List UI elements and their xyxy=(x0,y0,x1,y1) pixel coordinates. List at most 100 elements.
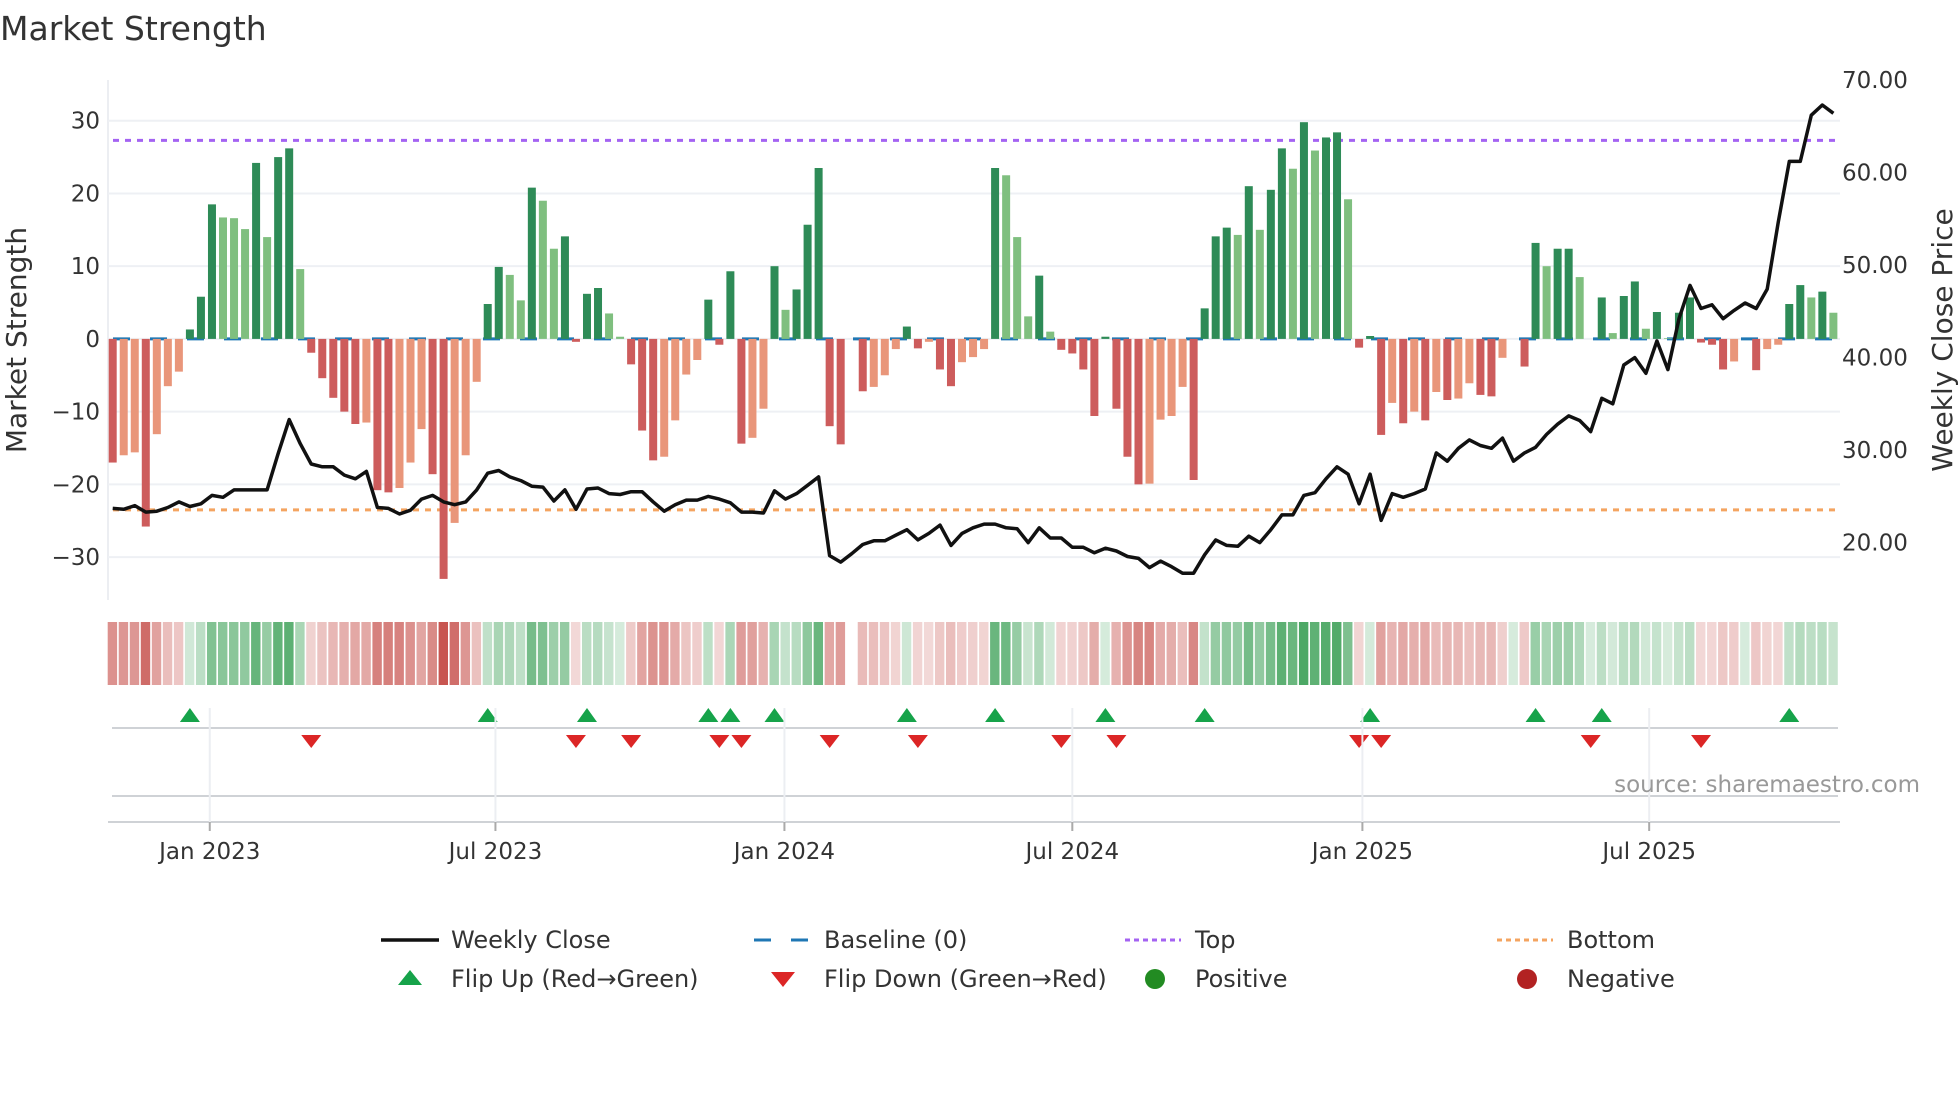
legend-item-baseline: Baseline (0) xyxy=(754,926,967,954)
x-axis: Jan 2023Jul 2023Jan 2024Jul 2024Jan 2025… xyxy=(108,708,1840,865)
strength-bar xyxy=(230,218,238,339)
strip-cell xyxy=(1409,622,1418,685)
strip-cell xyxy=(339,622,348,685)
strip-cell xyxy=(1509,622,1518,685)
strip-cell xyxy=(1001,622,1010,685)
strength-bar xyxy=(395,339,403,488)
strip-cell xyxy=(1089,622,1098,685)
strength-bar xyxy=(1432,339,1440,392)
strip-cell xyxy=(1156,622,1165,685)
strip-cell xyxy=(1100,622,1109,685)
strength-bar xyxy=(561,236,569,339)
strength-bar xyxy=(737,339,745,444)
strength-bar xyxy=(859,339,867,391)
strip-cell xyxy=(306,622,315,685)
legend-label: Negative xyxy=(1567,965,1675,993)
strength-bar xyxy=(1465,339,1473,383)
y2-tick-label: 70.00 xyxy=(1842,68,1908,94)
x-tick-label: Jan 2024 xyxy=(732,839,835,865)
x-tick-label: Jul 2025 xyxy=(1600,839,1696,865)
strength-bar xyxy=(991,168,999,339)
strength-bar xyxy=(340,339,348,412)
strip-cell xyxy=(1376,622,1385,685)
strength-bar xyxy=(1454,339,1462,399)
strength-bar xyxy=(462,339,470,455)
strip-cell xyxy=(1751,622,1760,685)
strip-cell xyxy=(1167,622,1176,685)
legend-label: Baseline (0) xyxy=(824,926,967,954)
strength-bar xyxy=(627,339,635,364)
flip-up-marker xyxy=(1095,708,1115,722)
strength-bar xyxy=(969,339,977,357)
strength-bar xyxy=(219,217,227,338)
strip-cell xyxy=(538,622,547,685)
strip-cell xyxy=(781,622,790,685)
legend-label: Positive xyxy=(1195,965,1288,993)
strip-cell xyxy=(858,622,867,685)
flip-down-marker xyxy=(731,735,751,748)
strength-bar xyxy=(1421,339,1429,420)
strip-cell xyxy=(428,622,437,685)
strength-bar xyxy=(252,163,260,339)
strength-bar xyxy=(649,339,657,460)
strip-cell xyxy=(758,622,767,685)
strength-bar xyxy=(793,289,801,338)
strength-bar xyxy=(440,339,448,579)
strength-bar xyxy=(826,339,834,426)
strength-bar xyxy=(208,204,216,339)
strength-bar xyxy=(1785,304,1793,339)
strength-bar xyxy=(715,339,723,345)
strength-bar xyxy=(759,339,767,409)
strength-bar xyxy=(495,267,503,339)
strength-bar xyxy=(616,337,624,339)
strength-bar xyxy=(1190,339,1198,480)
legend-label: Flip Down (Green→Red) xyxy=(824,965,1107,993)
strength-bar xyxy=(1344,199,1352,339)
strength-bar xyxy=(892,339,900,349)
strip-cell xyxy=(1023,622,1032,685)
strength-bar xyxy=(1333,132,1341,339)
strength-bar xyxy=(1234,235,1242,339)
flip-down-marker xyxy=(1581,735,1601,748)
strength-bar xyxy=(131,339,139,452)
strip-cell xyxy=(968,622,977,685)
y2-tick-label: 20.00 xyxy=(1842,531,1908,557)
strength-bar xyxy=(638,339,646,431)
strip-cell xyxy=(593,622,602,685)
strength-bar xyxy=(748,339,756,438)
strength-bar xyxy=(1168,339,1176,416)
flip-down-marker xyxy=(621,735,641,748)
strip-cell xyxy=(1564,622,1573,685)
strength-bar xyxy=(804,225,812,339)
x-tick-label: Jan 2025 xyxy=(1310,839,1413,865)
strip-cell xyxy=(1310,622,1319,685)
flip-down-marker xyxy=(566,735,586,748)
strength-bar xyxy=(429,339,437,474)
strip-cell xyxy=(516,622,525,685)
y2-axis-label: Weekly Close Price xyxy=(1926,208,1959,471)
strip-cell xyxy=(1056,622,1065,685)
strip-cell xyxy=(1475,622,1484,685)
strip-cell xyxy=(273,622,282,685)
strip-cell xyxy=(792,622,801,685)
strip-cell xyxy=(185,622,194,685)
strength-bar xyxy=(1322,137,1330,338)
strength-bar xyxy=(1311,151,1319,339)
strip-cell xyxy=(703,622,712,685)
strength-bar xyxy=(704,300,712,339)
strip-cell xyxy=(494,622,503,685)
strength-bar xyxy=(1476,339,1484,395)
x-tick-label: Jul 2024 xyxy=(1024,839,1120,865)
left-axis-ticks: 3020100−10−20−30 xyxy=(51,109,100,571)
strip-cell xyxy=(1332,622,1341,685)
strength-bar xyxy=(1090,339,1098,416)
strength-bar xyxy=(307,339,315,353)
flip-up-marker xyxy=(765,708,785,722)
strip-cell xyxy=(461,622,470,685)
legend-label: Weekly Close xyxy=(451,926,611,954)
strip-cell xyxy=(1398,622,1407,685)
strength-bar xyxy=(1543,266,1551,339)
strip-cell xyxy=(946,622,955,685)
strip-cell xyxy=(957,622,966,685)
strip-cell xyxy=(130,622,139,685)
